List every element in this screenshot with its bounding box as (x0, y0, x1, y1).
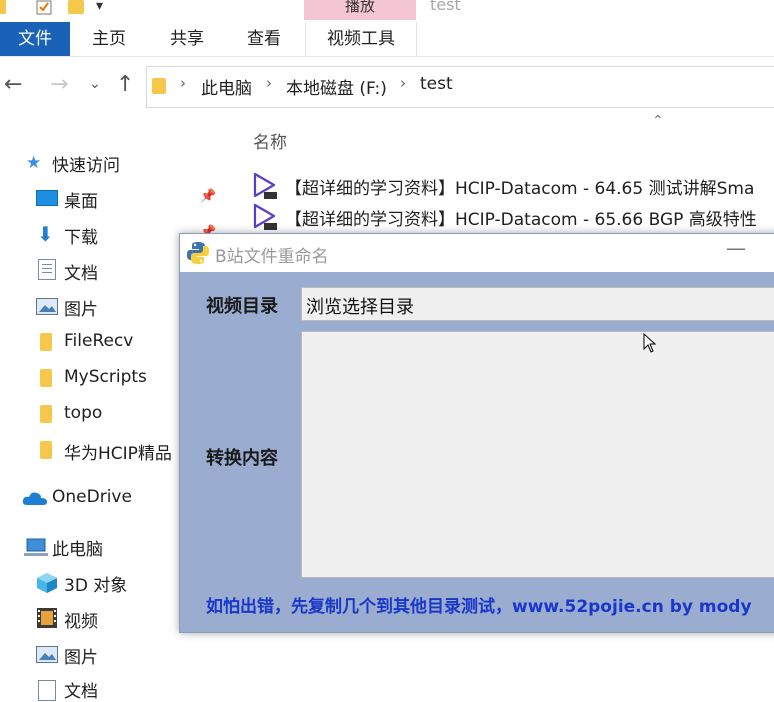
column-header-name[interactable]: 名称 (253, 128, 287, 153)
videos-icon (36, 607, 58, 633)
star-icon: ★ (26, 153, 42, 173)
recent-locations-chevron-icon[interactable]: ⌄ (89, 76, 101, 92)
onedrive-icon (22, 490, 48, 510)
folder-icon (40, 333, 52, 351)
window-title: test (430, 0, 461, 14)
context-tab-play[interactable]: 播放 (304, 0, 416, 20)
tab-view[interactable]: 查看 (237, 22, 291, 56)
nav-item-myscripts[interactable]: MyScripts (64, 367, 147, 387)
documents-icon (38, 259, 56, 280)
nav-item-huawei-hcip[interactable]: 华为HCIP精品 (64, 439, 172, 464)
ribbon-tabs: 文件 主页 共享 查看 视频工具 (0, 22, 774, 57)
customize-quick-access-icon[interactable]: ▾ (96, 0, 103, 14)
footer-notice: 如怕出错，先复制几个到其他目录测试，www.52pojie.cn by mody (206, 597, 752, 617)
folder-icon (40, 405, 52, 423)
rename-dialog: B站文件重命名 — 视频目录 浏览选择目录 转换内容 如怕出错，先复制几个到其他… (179, 233, 774, 633)
dialog-title: B站文件重命名 (215, 247, 329, 267)
nav-item-videos[interactable]: 视频 (64, 607, 98, 632)
nav-this-pc[interactable]: 此电脑 (52, 535, 103, 560)
convert-content-label: 转换内容 (206, 448, 278, 469)
video-dir-label: 视频目录 (206, 296, 278, 317)
tab-video-tools[interactable]: 视频工具 (305, 22, 417, 56)
3d-objects-icon (36, 572, 58, 598)
dialog-title-bar[interactable]: B站文件重命名 — (180, 234, 774, 272)
pictures-icon (36, 298, 58, 315)
nav-item-topo[interactable]: topo (64, 403, 102, 423)
documents-icon (38, 680, 56, 701)
file-name: 【超详细的学习资料】HCIP-Datacom - 65.66 BGP 高级特性 (285, 210, 757, 230)
chevron-right-icon[interactable]: › (180, 74, 186, 92)
browse-directory-text: 浏览选择目录 (306, 297, 414, 318)
video-file-icon (252, 203, 278, 236)
back-arrow-icon[interactable]: ← (4, 72, 22, 97)
chevron-right-icon[interactable]: › (266, 74, 272, 92)
folder-icon (40, 369, 52, 387)
nav-item-filerecv[interactable]: FileRecv (64, 331, 133, 351)
up-arrow-icon[interactable]: ↑ (116, 72, 134, 97)
pictures-icon (36, 646, 58, 663)
minimize-icon[interactable]: — (726, 236, 746, 260)
folder-icon (0, 0, 6, 14)
browse-directory-field[interactable]: 浏览选择目录 (301, 287, 774, 321)
tab-share[interactable]: 共享 (160, 22, 214, 56)
nav-item-3d-objects[interactable]: 3D 对象 (64, 571, 127, 596)
nav-item-desktop[interactable]: 桌面 (64, 187, 98, 212)
nav-item-pictures-pc[interactable]: 图片 (64, 643, 98, 668)
convert-content-textarea[interactable] (301, 331, 774, 578)
tab-home[interactable]: 主页 (82, 22, 136, 56)
download-icon: ⬇ (37, 222, 54, 246)
video-file-icon (252, 172, 278, 205)
forward-arrow-icon[interactable]: → (50, 72, 68, 97)
mouse-cursor-icon (643, 332, 657, 357)
nav-onedrive[interactable]: OneDrive (52, 487, 132, 507)
nav-item-pictures[interactable]: 图片 (64, 295, 98, 320)
desktop-icon (36, 190, 58, 206)
breadcrumb-drive-f[interactable]: 本地磁盘 (F:) (286, 74, 387, 99)
chevron-right-icon[interactable]: › (400, 74, 406, 92)
computer-icon (24, 538, 48, 562)
nav-item-documents[interactable]: 文档 (64, 259, 98, 284)
folder-icon (152, 78, 166, 94)
nav-item-downloads[interactable]: 下载 (64, 223, 98, 248)
folder-icon (40, 441, 52, 459)
pin-icon[interactable]: 📌 (200, 189, 216, 204)
sort-ascending-icon: ⌃ (652, 113, 664, 129)
breadcrumb-this-pc[interactable]: 此电脑 (201, 74, 252, 99)
python-icon (186, 241, 210, 269)
properties-icon[interactable] (36, 0, 54, 18)
new-folder-icon[interactable] (68, 0, 84, 14)
explorer-title-bar: ▾ 播放 test (0, 0, 774, 22)
file-name: 【超详细的学习资料】HCIP-Datacom - 64.65 测试讲解Sma (285, 179, 755, 199)
tab-file[interactable]: 文件 (0, 22, 70, 56)
breadcrumb-test[interactable]: test (420, 74, 453, 94)
nav-quick-access[interactable]: 快速访问 (52, 151, 120, 176)
